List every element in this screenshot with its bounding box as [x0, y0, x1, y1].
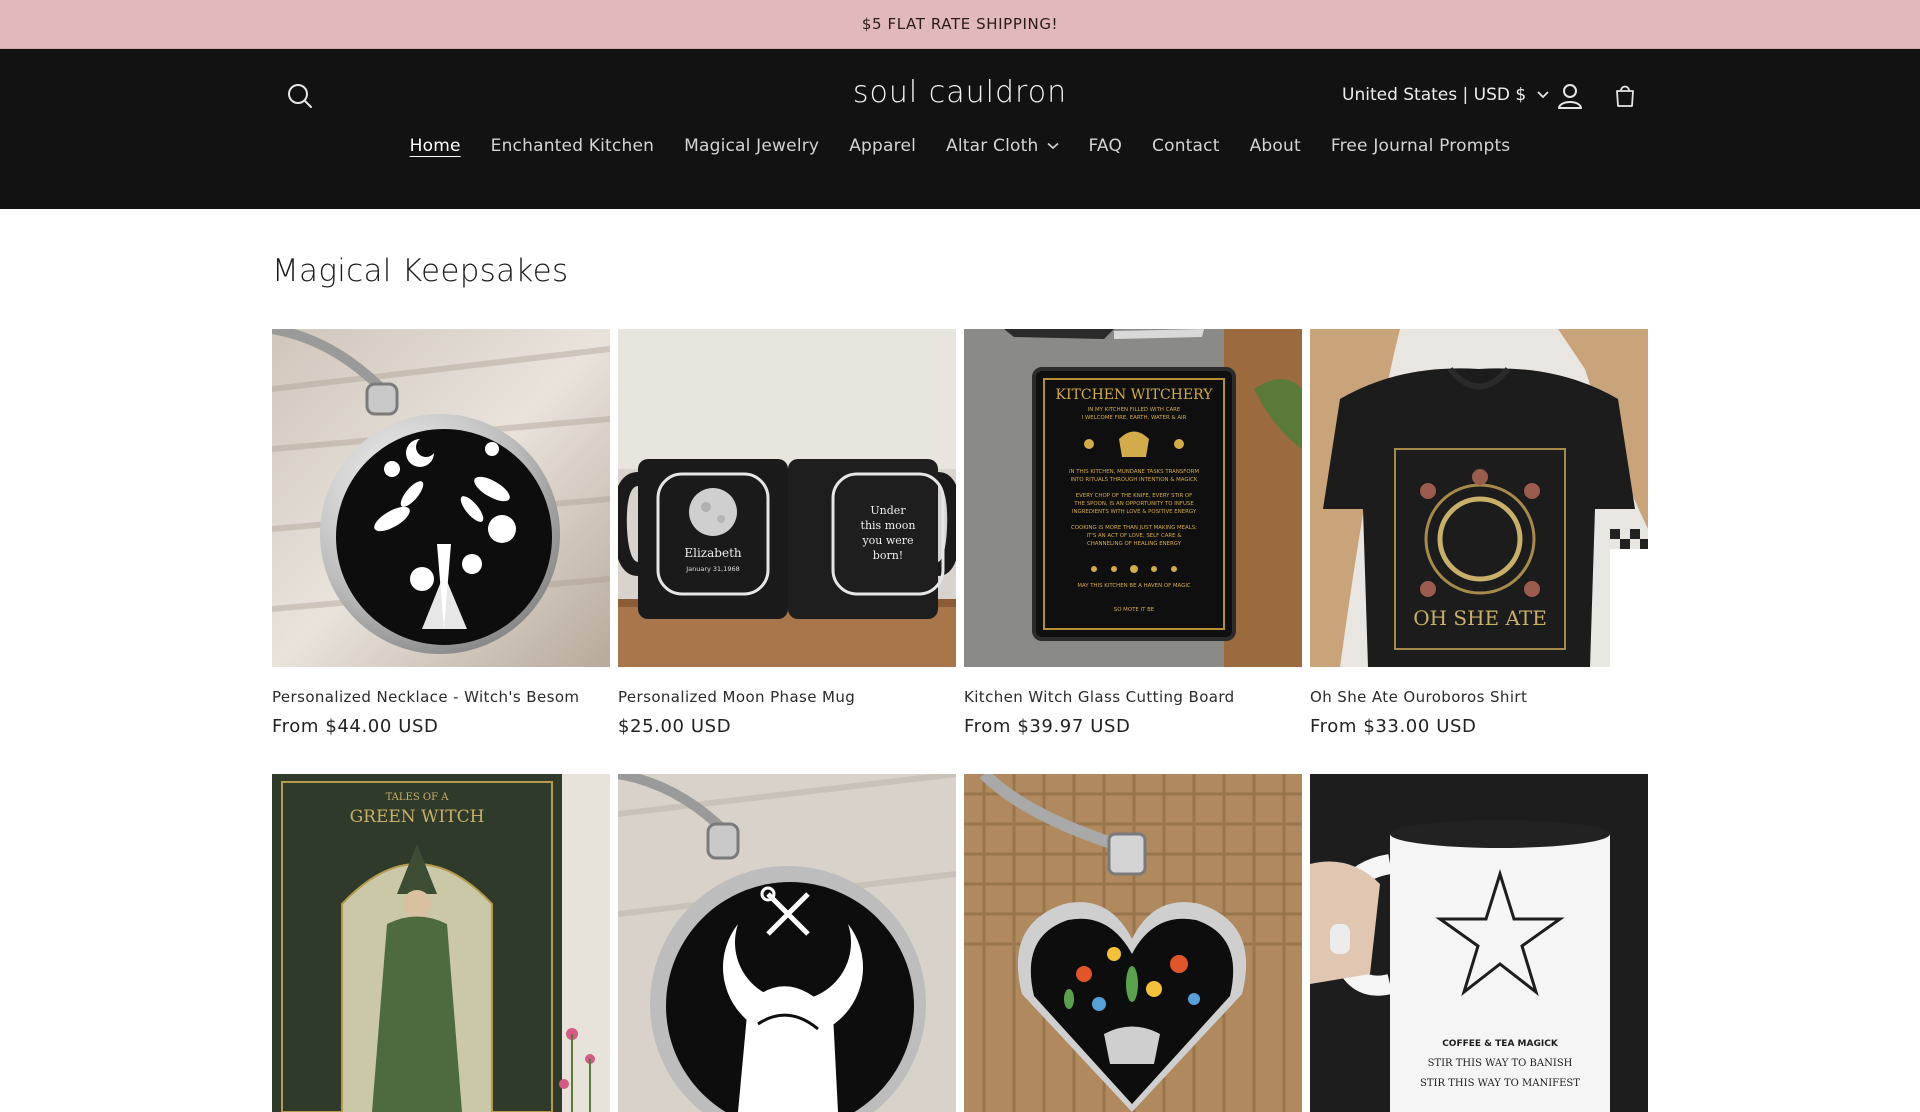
nav-label: Home [409, 136, 461, 156]
product-card[interactable] [964, 774, 1302, 1112]
product-image[interactable]: TALES OF A GREEN WITCH [272, 774, 610, 1112]
product-card[interactable]: KITCHEN WITCHERY IN MY KITCHEN FILLED WI… [964, 329, 1302, 737]
board-line-6: THE SPOON, IS AN OPPORTUNITY TO INFUSE [1073, 501, 1194, 507]
product-title[interactable]: Personalized Moon Phase Mug [618, 688, 956, 706]
product-price: From $33.00 USD [1310, 716, 1477, 737]
product-card[interactable]: OH SHE ATE Oh She Ate Ouroboros Shirt Fr… [1310, 329, 1648, 737]
nav-item-altar-cloth[interactable]: Altar Cloth [931, 129, 1073, 163]
announcement-bar: $5 FLAT RATE SHIPPING! [0, 0, 1920, 49]
product-image[interactable]: OH SHE ATE [1310, 329, 1648, 667]
product-title[interactable]: Kitchen Witch Glass Cutting Board [964, 688, 1302, 706]
nav-label: FAQ [1088, 136, 1123, 156]
account-icon [1558, 84, 1582, 109]
product-image[interactable] [964, 774, 1302, 1112]
mug-date-text: January 31,1968 [685, 565, 740, 573]
mug-caption-line-1: Under [870, 504, 906, 517]
account-button[interactable] [1554, 80, 1586, 112]
product-image[interactable] [618, 774, 956, 1112]
board-line-3: IN THIS KITCHEN, MUNDANE TASKS TRANSFORM [1069, 469, 1199, 475]
mug-magick-line-1: COFFEE & TEA MAGICK [1442, 1039, 1559, 1049]
board-line-4: INTO RITUALS THROUGH INTENTION & MAGICK [1071, 477, 1198, 483]
nav-item-contact[interactable]: Contact [1137, 129, 1235, 163]
product-card[interactable]: Elizabeth January 31,1968 Under this moo… [618, 329, 956, 737]
nav-item-magical-jewelry[interactable]: Magical Jewelry [669, 129, 834, 163]
nav-label: Apparel [849, 136, 917, 156]
nav-label: About [1249, 136, 1301, 156]
product-price: $25.00 USD [618, 716, 732, 737]
product-card[interactable] [618, 774, 956, 1112]
book-title-line-2: GREEN WITCH [350, 807, 485, 827]
mug-caption-line-3: you were [861, 534, 913, 547]
board-line-8: COOKING IS MORE THAN JUST MAKING MEALS; [1071, 525, 1197, 531]
nav-label: Contact [1152, 136, 1220, 156]
board-line-10: CHANNELING OF HEALING ENERGY [1087, 541, 1182, 547]
board-line-5: EVERY CHOP OF THE KNIFE, EVERY STIR OF [1076, 493, 1193, 499]
product-image[interactable]: Elizabeth January 31,1968 Under this moo… [618, 329, 956, 667]
nav-item-home[interactable]: Home [395, 129, 476, 163]
product-price: From $39.97 USD [964, 716, 1131, 737]
product-image[interactable]: KITCHEN WITCHERY IN MY KITCHEN FILLED WI… [964, 329, 1302, 667]
board-line-2: I WELCOME FIRE, EARTH, WATER & AIR [1082, 415, 1187, 421]
product-title[interactable]: Personalized Necklace - Witch's Besom [272, 688, 610, 706]
cart-button[interactable] [1609, 80, 1641, 112]
mug-caption-line-4: born! [873, 549, 903, 562]
announcement-text: $5 FLAT RATE SHIPPING! [861, 15, 1059, 33]
product-card[interactable]: TALES OF A GREEN WITCH [272, 774, 610, 1112]
nav-item-faq[interactable]: FAQ [1074, 129, 1138, 163]
nav-item-about[interactable]: About [1235, 129, 1316, 163]
nav-item-enchanted-kitchen[interactable]: Enchanted Kitchen [476, 129, 669, 163]
site-header: soul cauldron United States | USD $ Home… [0, 49, 1920, 209]
mug-caption-line-2: this moon [861, 519, 916, 532]
logo-link[interactable]: soul cauldron [853, 75, 1067, 110]
board-line-11: MAY THIS KITCHEN BE A HAVEN OF MAGIC [1077, 583, 1191, 589]
product-image[interactable] [272, 329, 610, 667]
cart-icon [1616, 85, 1634, 107]
board-line-12: SO MOTE IT BE [1114, 607, 1155, 613]
nav-item-apparel[interactable]: Apparel [834, 129, 931, 163]
nav-label: Magical Jewelry [684, 136, 820, 156]
collection-title: Magical Keepsakes [272, 253, 569, 289]
book-title-line-1: TALES OF A [386, 792, 450, 803]
mug-magick-line-3: STIR THIS WAY TO MANIFEST [1420, 1078, 1580, 1089]
product-card[interactable]: Personalized Necklace - Witch's Besom Fr… [272, 329, 610, 737]
nav-label: Altar Cloth [946, 136, 1039, 156]
product-title[interactable]: Oh She Ate Ouroboros Shirt [1310, 688, 1648, 706]
shirt-caption-text: OH SHE ATE [1413, 606, 1547, 630]
nav-label: Free Journal Prompts [1330, 136, 1511, 156]
board-line-9: IT'S AN ACT OF LOVE, SELF CARE & [1087, 533, 1183, 539]
product-card[interactable]: COFFEE & TEA MAGICK STIR THIS WAY TO BAN… [1310, 774, 1648, 1112]
main-navigation: Home Enchanted Kitchen Magical Jewelry A… [0, 129, 1920, 163]
nav-label: Enchanted Kitchen [490, 136, 655, 156]
board-line-7: INGREDIENTS WITH LOVE & POSITIVE ENERGY [1072, 509, 1197, 515]
board-line-1: IN MY KITCHEN FILLED WITH CARE [1088, 407, 1181, 413]
nav-item-free-journal-prompts[interactable]: Free Journal Prompts [1316, 129, 1526, 163]
country-currency-selector[interactable]: United States | USD $ [1342, 85, 1550, 105]
board-heading-text: KITCHEN WITCHERY [1056, 387, 1214, 403]
product-image[interactable]: COFFEE & TEA MAGICK STIR THIS WAY TO BAN… [1310, 774, 1648, 1112]
mug-name-text: Elizabeth [684, 546, 742, 560]
product-price: From $44.00 USD [272, 716, 439, 737]
chevron-down-icon [1537, 91, 1549, 99]
mug-magick-line-2: STIR THIS WAY TO BANISH [1428, 1058, 1573, 1069]
chevron-down-icon [1046, 142, 1059, 150]
locale-label: United States | USD $ [1342, 85, 1527, 105]
